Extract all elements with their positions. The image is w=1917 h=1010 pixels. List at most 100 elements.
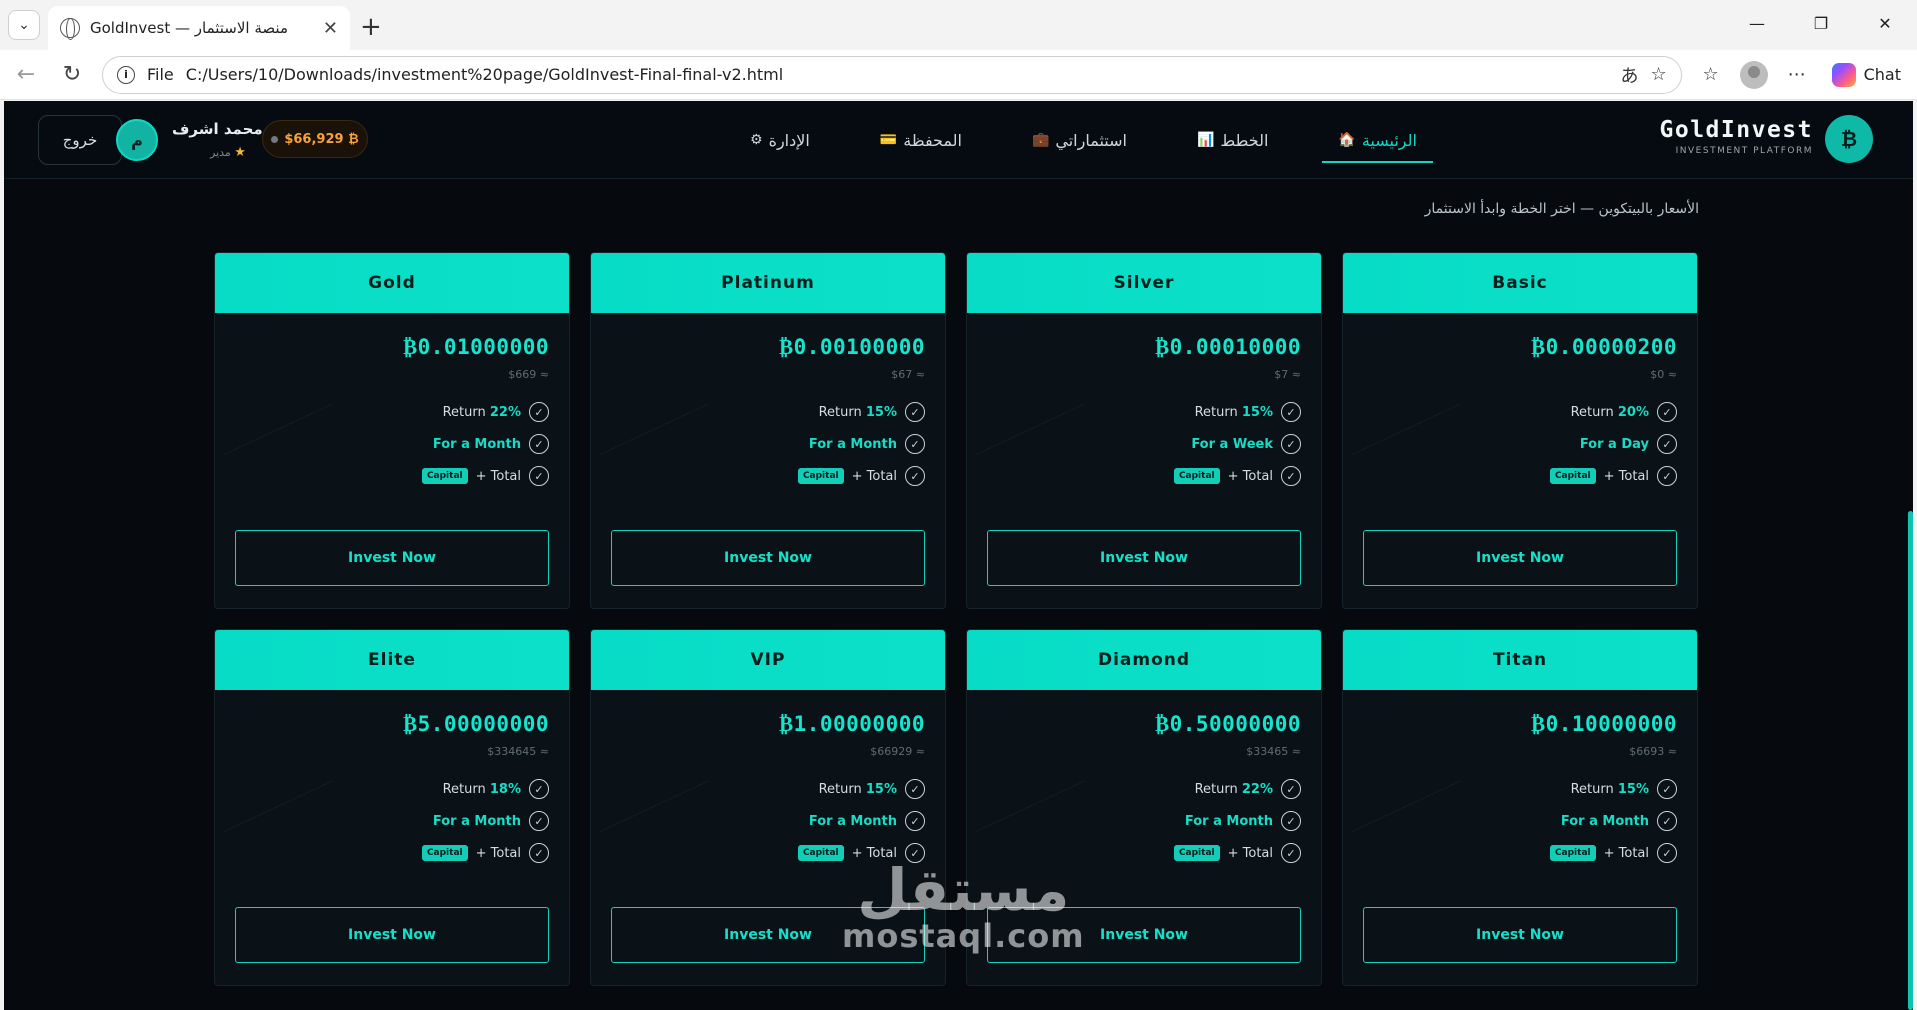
- close-window-button[interactable]: ✕: [1853, 0, 1917, 46]
- close-tab-icon[interactable]: ✕: [323, 18, 338, 39]
- nav-my-investments[interactable]: 💼 استثماراتي: [1016, 101, 1143, 179]
- invest-now-button[interactable]: Invest Now: [611, 907, 925, 963]
- check-circle-icon: ✓: [1657, 843, 1677, 863]
- new-tab-button[interactable]: +: [360, 12, 382, 42]
- check-circle-icon: ✓: [905, 779, 925, 799]
- return-label: Return 15%: [1570, 781, 1649, 797]
- capital-badge: Capital: [797, 845, 844, 861]
- plan-price: ₿0.00100000: [779, 335, 925, 359]
- profile-avatar[interactable]: [1739, 60, 1768, 89]
- plan-usd-value: $33465 ≈: [1246, 745, 1301, 758]
- nav-wallet[interactable]: 💳 المحفظة: [864, 101, 978, 179]
- url-path[interactable]: C:/Users/10/Downloads/investment%20page/…: [186, 65, 1609, 84]
- check-circle-icon: ✓: [529, 843, 549, 863]
- plan-card: Elite ₿5.00000000 $334645 ≈ Return 18% ✓…: [214, 629, 570, 986]
- return-label: Return 15%: [818, 781, 897, 797]
- plan-price: ₿0.01000000: [403, 335, 549, 359]
- invest-now-button[interactable]: Invest Now: [1363, 530, 1677, 586]
- btc-price-value: $66,929 ₿: [284, 132, 359, 147]
- invest-now-button[interactable]: Invest Now: [987, 530, 1301, 586]
- total-label: + Total: [851, 468, 897, 484]
- nav-admin[interactable]: ⚙ الإدارة: [734, 101, 826, 179]
- favorite-star-icon[interactable]: ☆: [1650, 64, 1666, 85]
- reload-button[interactable]: ↻: [56, 62, 88, 87]
- capital-badge: Capital: [421, 468, 468, 484]
- tab-title: GoldInvest — منصة الاستثمار: [90, 19, 288, 37]
- duration-label: For a Month: [808, 436, 897, 452]
- address-bar-row: ← ↻ i File C:/Users/10/Downloads/investm…: [0, 50, 1917, 100]
- user-role-label: مدير: [210, 146, 231, 159]
- total-label: + Total: [1603, 468, 1649, 484]
- plan-name: Silver: [967, 253, 1321, 313]
- invest-now-button[interactable]: Invest Now: [987, 907, 1301, 963]
- plan-card: Silver ₿0.00010000 $7 ≈ Return 15% ✓ For…: [966, 252, 1322, 609]
- credit-card-icon: 💳: [879, 132, 898, 148]
- chat-label: Chat: [1863, 65, 1901, 84]
- capital-badge: Capital: [421, 845, 468, 861]
- home-icon: 🏠: [1338, 132, 1356, 148]
- check-circle-icon: ✓: [1657, 811, 1677, 831]
- plan-price: ₿0.00010000: [1155, 335, 1301, 359]
- favorites-icon[interactable]: ☆: [1696, 64, 1726, 85]
- brand[interactable]: GoldInvest INVESTMENT PLATFORM: [1660, 117, 1813, 156]
- logout-button[interactable]: خروج: [38, 115, 122, 165]
- chevron-down-icon: ⌄: [18, 17, 30, 33]
- minimize-button[interactable]: —: [1725, 0, 1789, 46]
- return-label: Return 22%: [442, 404, 521, 420]
- tab-list-button[interactable]: ⌄: [8, 10, 40, 40]
- chat-button[interactable]: Chat: [1826, 62, 1907, 87]
- page-scrollbar[interactable]: [1908, 511, 1913, 1010]
- section-subtitle: الأسعار بالبيتكوين — اختر الخطة وابدأ ال…: [1424, 201, 1699, 217]
- plan-usd-value: $334645 ≈: [487, 745, 549, 758]
- back-button[interactable]: ←: [10, 62, 42, 87]
- return-label: Return 20%: [1570, 404, 1649, 420]
- plan-usd-value: $6693 ≈: [1629, 745, 1677, 758]
- check-circle-icon: ✓: [529, 466, 549, 486]
- chart-icon: 📊: [1196, 132, 1215, 148]
- check-circle-icon: ✓: [1281, 434, 1301, 454]
- browser-tab[interactable]: GoldInvest — منصة الاستثمار ✕: [48, 6, 350, 50]
- invest-now-button[interactable]: Invest Now: [235, 530, 549, 586]
- browser-tabbar: ⌄ GoldInvest — منصة الاستثمار ✕ + — ❐ ✕: [0, 0, 1917, 50]
- duration-label: For a Month: [432, 436, 521, 452]
- info-icon[interactable]: i: [117, 65, 135, 84]
- nav-wallet-label: المحفظة: [903, 130, 962, 150]
- url-field[interactable]: i File C:/Users/10/Downloads/investment%…: [102, 55, 1682, 94]
- plan-price: ₿0.10000000: [1531, 712, 1677, 736]
- plan-price: ₿0.50000000: [1155, 712, 1301, 736]
- plan-return: Return 15% ✓: [1363, 778, 1677, 800]
- plans-grid: Gold ₿0.01000000 $669 ≈ Return 22% ✓ For…: [214, 252, 1698, 986]
- check-circle-icon: ✓: [1281, 779, 1301, 799]
- plan-return: Return 18% ✓: [235, 778, 549, 800]
- plan-card: Gold ₿0.01000000 $669 ≈ Return 22% ✓ For…: [214, 252, 570, 609]
- globe-icon: [60, 18, 80, 40]
- return-label: Return 15%: [818, 404, 897, 420]
- return-label: Return 22%: [1194, 781, 1273, 797]
- plan-name: Basic: [1343, 253, 1697, 313]
- briefcase-icon: 💼: [1031, 132, 1050, 148]
- bitcoin-logo-icon[interactable]: ₿: [1825, 115, 1873, 163]
- nav-plans[interactable]: 📊 الخطط: [1181, 101, 1284, 179]
- brand-subtitle: INVESTMENT PLATFORM: [1675, 146, 1813, 156]
- plan-name: Titan: [1343, 630, 1697, 690]
- plan-name: Diamond: [967, 630, 1321, 690]
- invest-now-button[interactable]: Invest Now: [611, 530, 925, 586]
- check-circle-icon: ✓: [1281, 402, 1301, 422]
- return-label: Return 18%: [442, 781, 521, 797]
- invest-now-button[interactable]: Invest Now: [235, 907, 549, 963]
- check-circle-icon: ✓: [1657, 402, 1677, 422]
- plan-return: Return 22% ✓: [987, 778, 1301, 800]
- url-scheme: File: [147, 65, 174, 84]
- plan-card: VIP ₿1.00000000 $66929 ≈ Return 15% ✓ Fo…: [590, 629, 946, 986]
- translate-icon[interactable]: あ: [1620, 62, 1638, 88]
- check-circle-icon: ✓: [905, 402, 925, 422]
- user-avatar[interactable]: م: [116, 119, 158, 161]
- nav-home[interactable]: 🏠 الرئيسية: [1322, 101, 1433, 179]
- more-menu-icon[interactable]: ⋯: [1782, 64, 1812, 85]
- check-circle-icon: ✓: [1281, 466, 1301, 486]
- check-circle-icon: ✓: [529, 434, 549, 454]
- invest-now-button[interactable]: Invest Now: [1363, 907, 1677, 963]
- restore-button[interactable]: ❐: [1789, 0, 1853, 46]
- site-header: خروج م محمد اشرف مدير ★ $66,929 ₿ ⚙ الإد…: [4, 101, 1913, 179]
- plan-return: Return 15% ✓: [611, 401, 925, 423]
